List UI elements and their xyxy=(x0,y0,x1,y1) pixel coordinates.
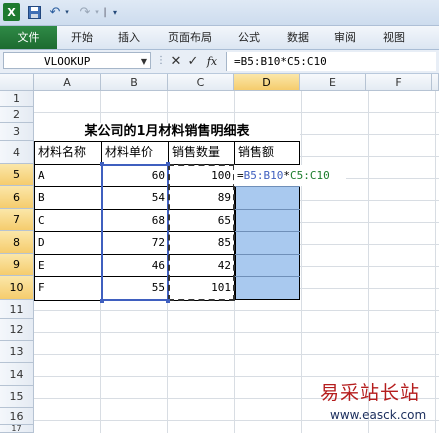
column-header-f[interactable]: F xyxy=(366,74,432,91)
row-header-13[interactable]: 13 xyxy=(0,341,34,363)
undo-dropdown-icon[interactable]: ▾ xyxy=(63,3,71,21)
selection-divider xyxy=(235,209,300,210)
header-material-name[interactable]: 材料名称 xyxy=(34,141,102,165)
table-cell-qty[interactable]: 65 xyxy=(168,209,235,232)
tab-page-layout[interactable]: 页面布局 xyxy=(157,26,223,49)
range-handle-icon[interactable] xyxy=(100,162,104,166)
formula-bar: VLOOKUP ▼ ⋮ ✕ ✓ fx =B5:B10*C5:C10 xyxy=(0,50,439,74)
row-header-6[interactable]: 6 xyxy=(0,186,34,209)
tab-view[interactable]: 视图 xyxy=(372,26,416,49)
redo-button[interactable]: ↷ xyxy=(78,3,92,21)
column-header-b[interactable]: B xyxy=(101,74,168,91)
row-header-14[interactable]: 14 xyxy=(0,363,34,386)
row-header-17[interactable]: 17 xyxy=(0,425,34,433)
row-header-11[interactable]: 11 xyxy=(0,300,34,319)
tab-home[interactable]: 开始 xyxy=(60,26,104,49)
enter-button[interactable]: ✓ xyxy=(186,52,200,71)
formula-equals: = xyxy=(237,169,244,182)
column-header-d[interactable]: D xyxy=(234,74,300,91)
column-header-a[interactable]: A xyxy=(34,74,101,91)
row-header-2[interactable]: 2 xyxy=(0,107,34,123)
table-cell-name[interactable]: C xyxy=(34,209,102,232)
tab-insert[interactable]: 插入 xyxy=(107,26,151,49)
table-cell-name[interactable]: A xyxy=(34,164,102,187)
row-header-5[interactable]: 5 xyxy=(0,164,34,186)
selection-divider xyxy=(235,276,300,277)
row-header-12[interactable]: 12 xyxy=(0,319,34,341)
row-header-4[interactable]: 4 xyxy=(0,141,34,164)
table-cell-name[interactable]: B xyxy=(34,186,102,210)
cancel-button[interactable]: ✕ xyxy=(169,52,183,71)
quick-access-toolbar: X ↶ ▾ ↷ ▾ | ▾ xyxy=(0,0,439,26)
header-unit-price[interactable]: 材料单价 xyxy=(101,141,169,165)
formula-bar-grip-icon[interactable]: ⋮ xyxy=(156,54,166,68)
customize-toolbar-button[interactable]: ▾ xyxy=(110,3,120,21)
formula-ref-b5-b10: B5:B10 xyxy=(243,169,284,182)
table-cell-qty[interactable]: 101 xyxy=(168,276,235,301)
toolbar-separator: | xyxy=(103,6,107,18)
tab-data[interactable]: 数据 xyxy=(276,26,320,49)
table-cell-qty[interactable]: 85 xyxy=(168,231,235,255)
table-title[interactable]: 某公司的1月材料销售明细表 xyxy=(34,123,300,141)
row-header-8[interactable]: 8 xyxy=(0,231,34,254)
select-all-button[interactable] xyxy=(0,74,34,91)
watermark: 易采站长站 www.easck.com xyxy=(316,378,439,433)
table-cell-qty[interactable]: 42 xyxy=(168,254,235,277)
row-header-9[interactable]: 9 xyxy=(0,254,34,276)
selection-divider xyxy=(235,254,300,255)
table-cell-name[interactable]: E xyxy=(34,254,102,277)
ribbon-tab-bar: 文件 开始 插入 页面布局 公式 数据 审阅 视图 xyxy=(0,26,439,50)
name-box[interactable]: VLOOKUP xyxy=(3,52,151,69)
formula-operator: * xyxy=(283,169,290,182)
undo-button[interactable]: ↶ xyxy=(48,3,62,21)
row-header-15[interactable]: 15 xyxy=(0,386,34,408)
table-cell-price[interactable]: 60 xyxy=(101,164,169,187)
selection-divider xyxy=(235,186,300,187)
table-cell-price[interactable]: 46 xyxy=(101,254,169,277)
table-cell-price[interactable]: 72 xyxy=(101,231,169,255)
table-cell-name[interactable]: F xyxy=(34,276,102,301)
row-header-1[interactable]: 1 xyxy=(0,91,34,107)
table-cell-name[interactable]: D xyxy=(34,231,102,255)
watermark-title: 易采站长站 xyxy=(320,382,421,404)
table-cell-qty[interactable]: 89 xyxy=(168,186,235,210)
table-cell-price[interactable]: 55 xyxy=(101,276,169,301)
excel-app-icon[interactable]: X xyxy=(3,3,20,21)
tab-file[interactable]: 文件 xyxy=(0,26,57,49)
tab-review[interactable]: 审阅 xyxy=(323,26,367,49)
column-header-extra xyxy=(432,74,439,91)
save-button[interactable] xyxy=(26,3,42,21)
save-icon xyxy=(27,5,41,19)
column-header-c[interactable]: C xyxy=(168,74,234,91)
table-cell-price[interactable]: 54 xyxy=(101,186,169,210)
header-quantity[interactable]: 销售数量 xyxy=(168,141,235,165)
row-header-10[interactable]: 10 xyxy=(0,276,34,300)
table-cell-qty[interactable]: 100 xyxy=(168,164,235,187)
range-handle-icon[interactable] xyxy=(100,299,104,303)
active-cell-editor[interactable]: =B5:B10*C5:C10 xyxy=(234,165,346,186)
name-box-dropdown-icon[interactable]: ▼ xyxy=(138,52,150,71)
range-handle-icon[interactable] xyxy=(166,162,170,166)
formula-input[interactable]: =B5:B10*C5:C10 xyxy=(226,52,436,71)
row-header-3[interactable]: 3 xyxy=(0,123,34,141)
table-cell-price[interactable]: 68 xyxy=(101,209,169,232)
selection-divider xyxy=(235,231,300,232)
row-header-7[interactable]: 7 xyxy=(0,209,34,231)
range-handle-icon[interactable] xyxy=(166,299,170,303)
row-header-16[interactable]: 16 xyxy=(0,408,34,425)
redo-dropdown-icon[interactable]: ▾ xyxy=(93,3,101,21)
insert-function-button[interactable]: fx xyxy=(204,52,220,71)
watermark-url: www.easck.com xyxy=(330,408,427,422)
formula-ref-c5-c10: C5:C10 xyxy=(290,169,330,182)
header-sales-amount[interactable]: 销售额 xyxy=(234,141,300,165)
tab-formulas[interactable]: 公式 xyxy=(227,26,271,49)
column-header-e[interactable]: E xyxy=(300,74,366,91)
